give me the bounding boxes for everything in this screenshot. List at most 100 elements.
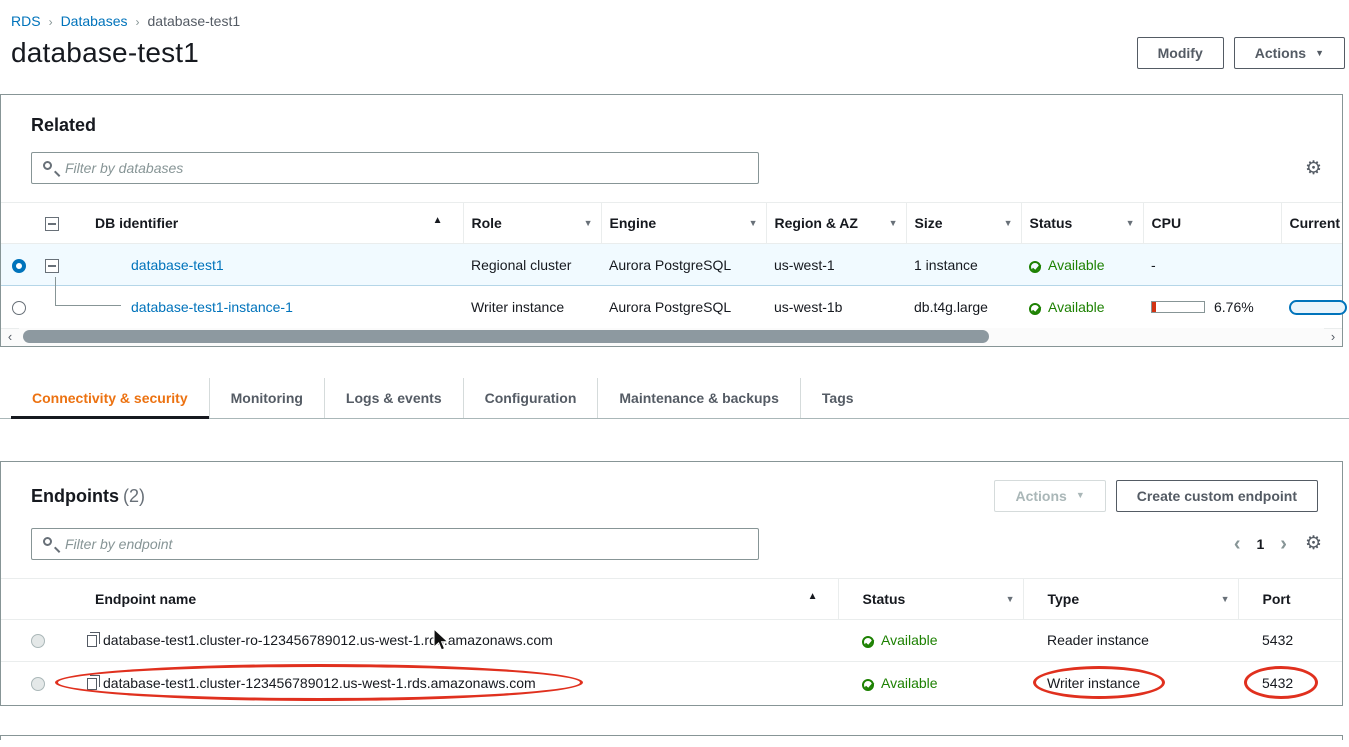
column-header-port[interactable]: Port <box>1238 578 1342 619</box>
status-available-icon <box>1029 303 1041 315</box>
column-header-current[interactable]: Current <box>1281 203 1342 244</box>
endpoints-title: Endpoints(2) <box>31 486 145 507</box>
status-cell: Available <box>838 619 1023 661</box>
breadcrumb-separator-icon <box>136 15 140 29</box>
breadcrumb-current: database-test1 <box>148 13 241 29</box>
endpoints-filter <box>31 528 759 560</box>
size-cell: 1 instance <box>906 244 1021 286</box>
page-title: database-test1 <box>11 37 199 69</box>
breadcrumb: RDS Databases database-test1 <box>0 0 1349 29</box>
endpoints-toolbar-right: ‹ 1 › ⚙ <box>1234 534 1322 554</box>
collapse-row-checkbox-icon[interactable] <box>45 259 59 273</box>
pagination: ‹ 1 › <box>1234 534 1287 554</box>
column-header-size[interactable]: Size▼ <box>906 203 1021 244</box>
detail-tabs: Connectivity & security Monitoring Logs … <box>0 378 1349 419</box>
column-header-engine[interactable]: Engine▼ <box>601 203 766 244</box>
endpoints-header-buttons: Actions▼ Create custom endpoint <box>994 480 1318 512</box>
endpoint-name[interactable]: database-test1.cluster-123456789012.us-w… <box>103 675 536 691</box>
tab-configuration[interactable]: Configuration <box>463 378 598 418</box>
endpoint-row-reader[interactable]: database-test1.cluster-ro-123456789012.u… <box>1 619 1342 661</box>
radio-selected-icon[interactable] <box>12 259 26 273</box>
radio-unselected-icon[interactable] <box>31 677 45 691</box>
copy-icon[interactable] <box>87 678 97 690</box>
scrollbar-thumb[interactable] <box>23 330 989 343</box>
table-row-instance[interactable]: database-test1-instance-1 Writer instanc… <box>1 286 1342 328</box>
pagination-next-icon[interactable]: › <box>1280 534 1287 554</box>
tab-connectivity-security[interactable]: Connectivity & security <box>11 378 209 418</box>
radio-unselected-icon[interactable] <box>31 634 45 648</box>
tab-tags[interactable]: Tags <box>800 378 875 418</box>
actions-dropdown-button[interactable]: Actions▼ <box>1234 37 1345 69</box>
port-cell: 5432 <box>1238 619 1342 661</box>
breadcrumb-link-databases[interactable]: Databases <box>61 13 128 29</box>
tab-monitoring[interactable]: Monitoring <box>209 378 324 418</box>
db-identifier-link[interactable]: database-test1 <box>131 257 224 273</box>
endpoints-panel: Endpoints(2) Actions▼ Create custom endp… <box>0 461 1343 707</box>
endpoints-toolbar: ‹ 1 › ⚙ <box>31 528 1322 560</box>
endpoint-name[interactable]: database-test1.cluster-ro-123456789012.u… <box>103 632 553 648</box>
column-filter-icon[interactable]: ▼ <box>1004 218 1013 228</box>
scrollbar-track[interactable] <box>19 328 1324 346</box>
row-tree-cell <box>37 286 71 328</box>
related-settings-gear-icon[interactable]: ⚙ <box>1305 159 1322 178</box>
endpoints-settings-gear-icon[interactable]: ⚙ <box>1305 534 1322 553</box>
endpoints-header-row: Endpoint name▲ Status▼ Type▼ Port <box>1 578 1342 619</box>
status-cell: Available <box>838 661 1023 703</box>
radio-unselected-icon[interactable] <box>12 301 26 315</box>
column-header-endpoint-name[interactable]: Endpoint name▲ <box>63 578 838 619</box>
tab-logs-events[interactable]: Logs & events <box>324 378 463 418</box>
column-header-cpu[interactable]: CPU <box>1143 203 1281 244</box>
related-header-row: DB identifier▲ Role▼ Engine▼ Region & AZ… <box>1 203 1342 244</box>
cpu-cell: 6.76% <box>1143 286 1281 328</box>
collapse-all-checkbox-icon[interactable] <box>45 217 59 231</box>
sort-ascending-icon: ▲ <box>433 215 443 226</box>
row-select-cell <box>1 619 63 661</box>
status-available-icon <box>862 679 874 691</box>
status-badge: Available <box>881 675 938 691</box>
column-filter-icon[interactable]: ▼ <box>584 218 593 228</box>
copy-icon[interactable] <box>87 635 97 647</box>
related-filter-input[interactable] <box>31 152 759 184</box>
role-cell: Regional cluster <box>463 244 601 286</box>
table-row-cluster[interactable]: database-test1 Regional cluster Aurora P… <box>1 244 1342 286</box>
db-identifier-link[interactable]: database-test1-instance-1 <box>131 299 293 315</box>
pagination-page-number[interactable]: 1 <box>1256 536 1264 552</box>
expand-column-header <box>37 203 71 244</box>
column-filter-icon[interactable]: ▼ <box>749 218 758 228</box>
column-header-region-az[interactable]: Region & AZ▼ <box>766 203 906 244</box>
create-custom-endpoint-button[interactable]: Create custom endpoint <box>1116 480 1318 512</box>
column-filter-icon[interactable]: ▼ <box>1006 594 1015 604</box>
column-filter-icon[interactable]: ▼ <box>1126 218 1135 228</box>
scroll-left-icon[interactable]: ‹ <box>1 328 19 346</box>
current-activity-cell <box>1281 286 1342 328</box>
endpoint-row-writer[interactable]: database-test1.cluster-123456789012.us-w… <box>1 661 1342 703</box>
status-cell: Available <box>1021 244 1143 286</box>
port-cell: 5432 <box>1238 661 1342 703</box>
breadcrumb-link-rds[interactable]: RDS <box>11 13 41 29</box>
column-header-db-identifier[interactable]: DB identifier▲ <box>71 203 463 244</box>
select-column-header <box>1 578 63 619</box>
pagination-prev-icon[interactable]: ‹ <box>1234 534 1241 554</box>
modify-button[interactable]: Modify <box>1137 37 1224 69</box>
search-icon <box>43 161 52 170</box>
endpoints-filter-input[interactable] <box>31 528 759 560</box>
tab-maintenance-backups[interactable]: Maintenance & backups <box>597 378 800 418</box>
cpu-meter-icon <box>1151 301 1205 313</box>
column-header-status[interactable]: Status▼ <box>1021 203 1143 244</box>
select-column-header <box>1 203 37 244</box>
role-cell: Writer instance <box>463 286 601 328</box>
horizontal-scrollbar: ‹ › <box>1 328 1342 346</box>
region-cell: us-west-1b <box>766 286 906 328</box>
type-cell: Reader instance <box>1023 619 1238 661</box>
column-filter-icon[interactable]: ▼ <box>889 218 898 228</box>
column-header-status[interactable]: Status▼ <box>838 578 1023 619</box>
column-header-type[interactable]: Type▼ <box>1023 578 1238 619</box>
row-select-cell <box>1 286 37 328</box>
column-filter-icon[interactable]: ▼ <box>1221 594 1230 604</box>
type-cell: Writer instance <box>1023 661 1238 703</box>
size-cell: db.t4g.large <box>906 286 1021 328</box>
endpoint-name-cell: database-test1.cluster-123456789012.us-w… <box>63 661 838 703</box>
column-header-role[interactable]: Role▼ <box>463 203 601 244</box>
scroll-right-icon[interactable]: › <box>1324 328 1342 346</box>
endpoints-actions-dropdown-button[interactable]: Actions▼ <box>994 480 1105 512</box>
